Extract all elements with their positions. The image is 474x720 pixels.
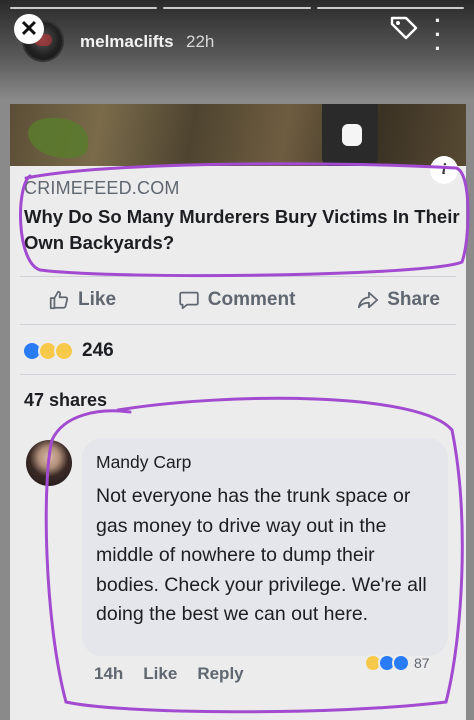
progress-segment (316, 7, 464, 9)
haha-reaction-icon (54, 341, 74, 361)
story-time: 22h (186, 32, 215, 51)
comment-footer: 14h Like Reply (94, 664, 244, 684)
plant-shape (28, 118, 88, 158)
comment-text: Not everyone has the trunk space or gas … (96, 485, 427, 625)
article-image (10, 104, 466, 166)
comment-bubble: Mandy Carp Not everyone has the trunk sp… (82, 438, 448, 656)
story-frame: ✕ melmaclifts 22h · · · i CRIMEFEED.COM Wh… (0, 0, 474, 720)
comment-reactions[interactable]: 87 (364, 654, 430, 672)
comment-reaction-count: 87 (414, 655, 430, 671)
divider (20, 324, 456, 325)
like-label: Like (78, 289, 117, 310)
progress-segment (163, 7, 311, 9)
share-button[interactable]: Share (357, 289, 440, 311)
share-count[interactable]: 47 shares (24, 390, 107, 411)
reaction-summary[interactable]: 246 (22, 340, 114, 362)
post-screenshot: i CRIMEFEED.COM Why Do So Many Murderers… (10, 104, 466, 720)
progress-segment (10, 7, 158, 9)
story-username[interactable]: melmaclifts (80, 32, 174, 52)
reaction-count: 246 (82, 340, 114, 361)
thumbs-up-icon (49, 290, 69, 310)
more-options-icon[interactable]: · · · (428, 10, 448, 60)
article-source: CRIMEFEED.COM (24, 178, 180, 198)
glove-shape (342, 124, 362, 146)
story-progress-bar (10, 7, 464, 9)
comment-author[interactable]: Mandy Carp (96, 452, 191, 473)
comment-reply-button[interactable]: Reply (197, 664, 243, 684)
share-icon (358, 291, 379, 309)
comment-button[interactable]: Comment (178, 289, 296, 311)
commenter-avatar[interactable] (26, 440, 72, 486)
post-actions: Like Comment Share (10, 282, 466, 318)
comment-time: 14h (94, 664, 124, 683)
comment-like-button[interactable]: Like (143, 664, 177, 684)
article-headline[interactable]: Why Do So Many Murderers Bury Victims In… (24, 204, 464, 256)
close-icon[interactable]: ✕ (14, 14, 44, 44)
comment-label: Comment (207, 289, 296, 310)
like-reaction-icon (392, 654, 410, 672)
like-button[interactable]: Like (48, 289, 116, 311)
comment-icon (179, 291, 199, 310)
divider (20, 374, 456, 375)
share-label: Share (387, 289, 440, 310)
info-icon[interactable]: i (430, 156, 458, 184)
divider (20, 276, 456, 277)
tag-icon[interactable] (388, 14, 420, 42)
